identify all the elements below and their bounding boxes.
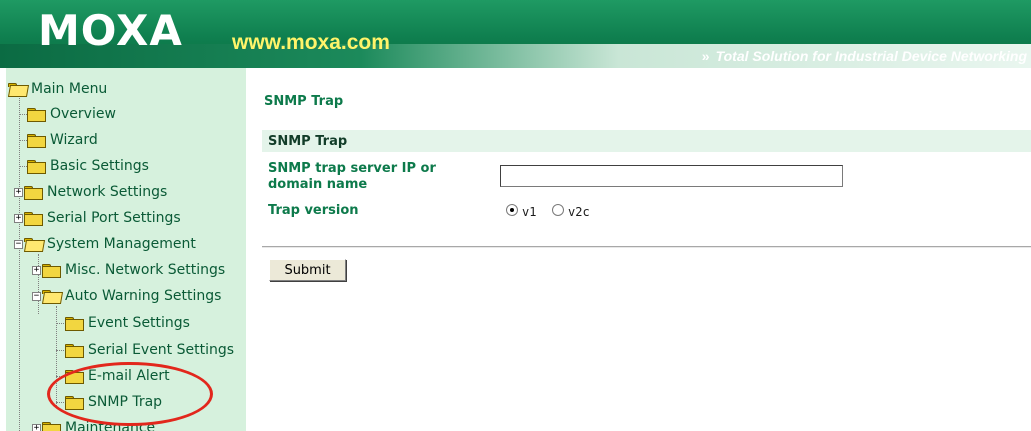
folder-icon	[65, 317, 84, 331]
expand-plus-icon[interactable]: +	[32, 265, 41, 275]
folder-icon	[65, 344, 84, 358]
sidebar-item-label: System Management	[47, 236, 196, 252]
sidebar-item-label: Main Menu	[31, 81, 108, 97]
sidebar-item-misc-network-settings[interactable]: + Misc. Network Settings	[32, 261, 225, 279]
folder-icon	[27, 134, 46, 148]
radio-v1-label[interactable]: v1	[522, 205, 536, 219]
main-content: SNMP Trap SNMP Trap SNMP trap server IP …	[246, 68, 1031, 431]
tagline-text: Total Solution for Industrial Device Net…	[715, 48, 1027, 64]
submit-button[interactable]: Submit	[269, 259, 346, 281]
sidebar-item-label: Event Settings	[88, 315, 190, 331]
folder-open-icon	[24, 238, 41, 250]
sidebar-item-wizard[interactable]: Wizard	[27, 131, 98, 149]
folder-icon	[27, 108, 46, 122]
double-chevron-right-icon: »	[701, 48, 710, 64]
collapse-minus-icon[interactable]: −	[14, 239, 23, 249]
tagline: » Total Solution for Industrial Device Ne…	[702, 48, 1027, 64]
site-url[interactable]: www.moxa.com	[232, 31, 390, 55]
folder-icon	[42, 264, 61, 278]
sidebar-item-label: Basic Settings	[50, 158, 149, 174]
sidebar-item-serial-port-settings[interactable]: + Serial Port Settings	[14, 209, 181, 227]
folder-icon	[24, 212, 43, 226]
sidebar-item-serial-event-settings[interactable]: Serial Event Settings	[65, 341, 234, 359]
trap-version-label: Trap version	[268, 203, 359, 218]
expand-plus-icon[interactable]: +	[14, 213, 23, 223]
page-title: SNMP Trap	[264, 94, 344, 109]
sidebar-item-basic-settings[interactable]: Basic Settings	[27, 157, 149, 175]
sidebar-item-system-management[interactable]: − System Management	[14, 235, 196, 253]
radio-v2c[interactable]	[552, 204, 564, 216]
highlight-circle-annotation	[47, 362, 213, 426]
sidebar-item-network-settings[interactable]: + Network Settings	[14, 183, 167, 201]
divider	[262, 246, 1031, 248]
sidebar-item-event-settings[interactable]: Event Settings	[65, 314, 190, 332]
folder-icon	[27, 160, 46, 174]
header-banner: MOXA www.moxa.com » Total Solution for In…	[0, 0, 1031, 68]
moxa-logo: MOXA	[38, 6, 183, 55]
sidebar-item-label: Serial Event Settings	[88, 342, 235, 358]
sidebar-item-label: Overview	[50, 106, 116, 122]
radio-v2c-label[interactable]: v2c	[568, 205, 590, 219]
folder-icon	[24, 186, 43, 200]
collapse-minus-icon[interactable]: −	[32, 291, 41, 301]
section-header-bar	[262, 130, 1031, 152]
server-field-label: SNMP trap server IP or domain name	[268, 161, 436, 192]
sidebar-item-overview[interactable]: Overview	[27, 105, 116, 123]
sidebar-item-auto-warning-settings[interactable]: − Auto Warning Settings	[32, 287, 221, 305]
expand-plus-icon[interactable]: +	[32, 423, 41, 431]
folder-open-icon	[42, 290, 59, 302]
sidebar-item-label: Serial Port Settings	[47, 210, 181, 226]
radio-v1[interactable]	[506, 204, 518, 216]
sidebar-item-label: Wizard	[50, 132, 98, 148]
folder-icon	[42, 422, 61, 431]
expand-plus-icon[interactable]: +	[14, 187, 23, 197]
sidebar-item-main-menu[interactable]: Main Menu	[8, 80, 107, 98]
sidebar-item-label: Auto Warning Settings	[65, 288, 222, 304]
section-title: SNMP Trap	[268, 134, 348, 149]
snmp-server-input[interactable]	[500, 165, 843, 187]
folder-open-icon	[8, 83, 25, 95]
sidebar-item-label: Misc. Network Settings	[65, 262, 226, 278]
sidebar-item-label: Network Settings	[47, 184, 168, 200]
